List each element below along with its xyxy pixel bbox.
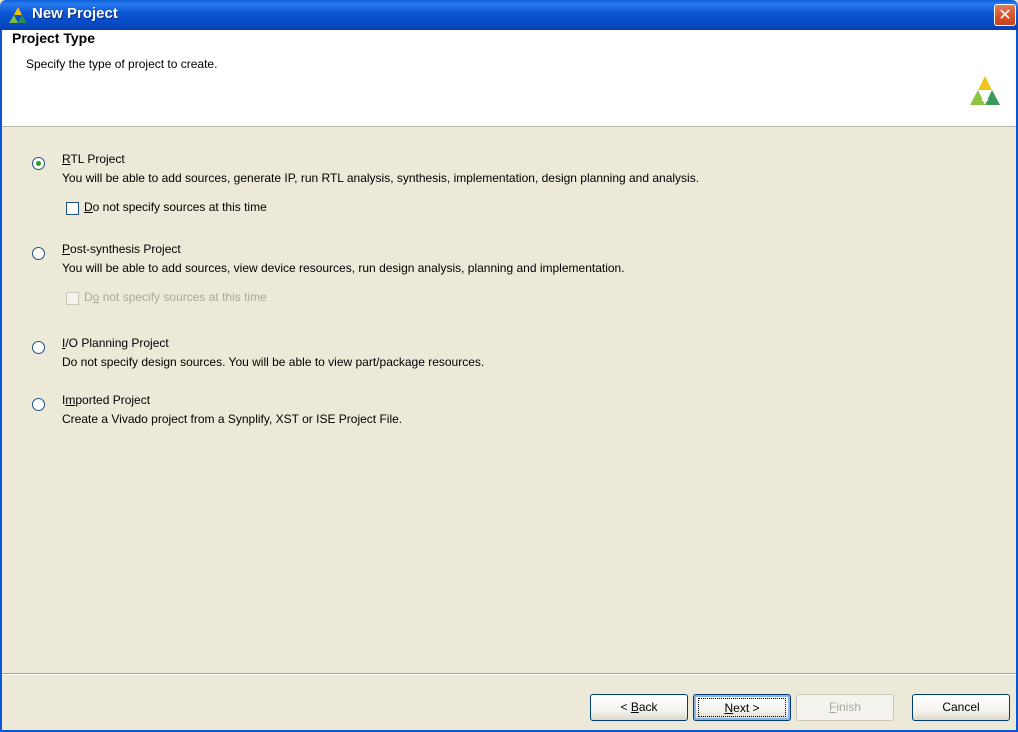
footer-divider xyxy=(2,673,1016,675)
rtl-project-label[interactable]: RTL Project xyxy=(62,152,125,166)
io-planning-project-description: Do not specify design sources. You will … xyxy=(62,355,485,369)
back-button[interactable]: < Back xyxy=(590,694,688,721)
vivado-logo-icon xyxy=(970,76,1000,105)
io-planning-project-label[interactable]: I/O Planning Project xyxy=(62,336,169,350)
post-synthesis-project-description: You will be able to add sources, view de… xyxy=(62,261,625,275)
post-synthesis-do-not-specify-sources-checkbox xyxy=(66,292,79,305)
wizard-header: Project Type Specify the type of project… xyxy=(2,30,1016,127)
page-subtitle: Specify the type of project to create. xyxy=(26,57,218,71)
imported-project-radio[interactable] xyxy=(32,398,45,411)
post-synthesis-project-label[interactable]: Post-synthesis Project xyxy=(62,242,181,256)
rtl-do-not-specify-sources-label[interactable]: Do not specify sources at this time xyxy=(84,200,267,214)
finish-button: Finish xyxy=(796,694,894,721)
rtl-project-description: You will be able to add sources, generat… xyxy=(62,171,700,185)
page-title: Project Type xyxy=(12,30,95,46)
next-button[interactable]: Next > xyxy=(693,694,791,721)
close-button[interactable]: ✕ xyxy=(994,4,1016,26)
post-synthesis-project-radio[interactable] xyxy=(32,247,45,260)
imported-project-description: Create a Vivado project from a Synplify,… xyxy=(62,412,403,426)
title-bar: New Project ✕ xyxy=(0,0,1018,30)
window-title: New Project xyxy=(32,5,118,22)
cancel-button[interactable]: Cancel xyxy=(912,694,1010,721)
rtl-do-not-specify-sources-checkbox[interactable] xyxy=(66,202,79,215)
project-type-options: RTL Project You will be able to add sour… xyxy=(2,127,1016,673)
rtl-project-radio[interactable] xyxy=(32,157,45,170)
io-planning-project-radio[interactable] xyxy=(32,341,45,354)
imported-project-label[interactable]: Imported Project xyxy=(62,393,150,407)
close-icon: ✕ xyxy=(998,5,1012,24)
post-synthesis-do-not-specify-sources-label: Do not specify sources at this time xyxy=(84,290,267,304)
vivado-logo-icon xyxy=(9,7,27,23)
